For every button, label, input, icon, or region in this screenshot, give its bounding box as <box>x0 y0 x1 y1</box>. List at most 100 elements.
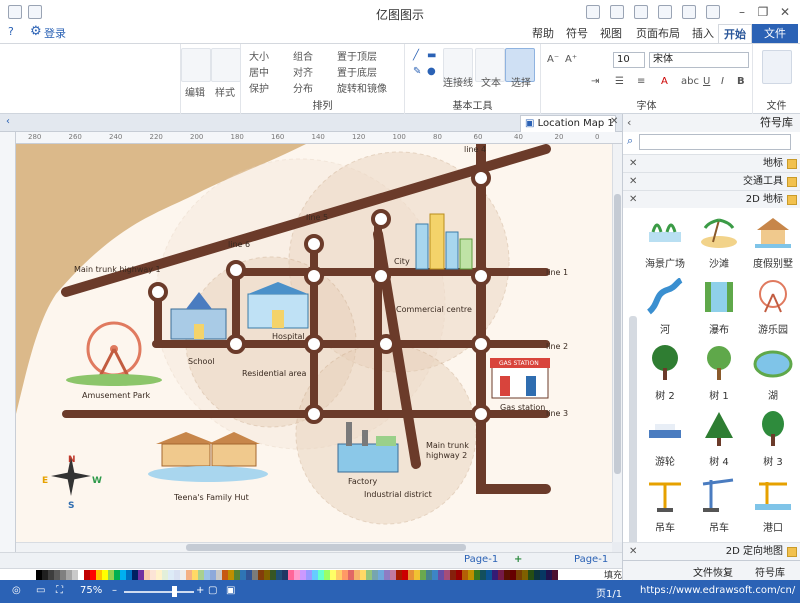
page-selector[interactable]: Page-1 <box>574 554 608 565</box>
library-search-input[interactable] <box>639 134 791 150</box>
color-swatch[interactable] <box>552 570 558 580</box>
minimize-window-button[interactable]: – <box>733 4 751 20</box>
close-category-icon[interactable]: ✕ <box>629 191 637 208</box>
zoom-in-icon[interactable]: + <box>196 585 204 596</box>
tab-home[interactable]: 开始 <box>718 24 752 43</box>
gear-icon[interactable]: ⚙ <box>30 24 42 39</box>
horizontal-scrollbar[interactable] <box>16 542 612 552</box>
font-color-button[interactable]: A <box>661 76 668 87</box>
style-button[interactable] <box>211 48 241 82</box>
pen-tool-icon[interactable]: ✎ <box>413 66 421 77</box>
print-icon[interactable] <box>682 5 696 19</box>
font-name-select[interactable]: 宋体 <box>649 52 749 68</box>
italic-button[interactable]: I <box>721 76 724 87</box>
library-symbol[interactable]: 港口 <box>745 474 800 536</box>
shrink-font-button[interactable]: A⁻ <box>547 54 559 65</box>
library-symbol[interactable]: 游轮 <box>637 408 693 470</box>
center-button[interactable]: 居中 <box>249 64 269 79</box>
library-symbol[interactable]: 海景广场 <box>637 210 693 272</box>
close-document-icon[interactable]: ✕ <box>610 116 618 127</box>
zoom-slider[interactable] <box>124 591 194 593</box>
group-button[interactable]: 组合 <box>293 48 313 63</box>
line-tool-icon[interactable]: ╱ <box>413 50 419 61</box>
save-icon[interactable] <box>634 5 648 19</box>
library-symbol[interactable]: 树 1 <box>691 342 747 404</box>
location-map[interactable]: line 1 line 2 line 3 line 4 line 5 line … <box>16 144 612 542</box>
presentation-icon[interactable]: ▭ <box>36 585 45 596</box>
library-symbol[interactable]: 游乐园 <box>745 276 800 338</box>
fit-window-icon[interactable]: ▣ <box>226 585 235 596</box>
open-icon[interactable] <box>610 5 624 19</box>
status-url[interactable]: https://www.edrawsoft.com/cn/ <box>640 585 795 596</box>
library-symbol[interactable]: 吊车 <box>637 474 693 536</box>
zoom-out-icon[interactable]: – <box>112 585 117 596</box>
document-tab[interactable]: ▣ Location Map 1 <box>520 115 616 132</box>
close-category-icon[interactable]: ✕ <box>629 173 637 190</box>
add-page-button[interactable]: + <box>514 554 522 565</box>
library-scrollbar[interactable] <box>629 316 637 556</box>
bring-front-button[interactable]: 置于顶层 <box>337 48 377 63</box>
strikethrough-button[interactable]: abc <box>681 76 699 87</box>
horizontal-scroll-thumb[interactable] <box>186 544 466 551</box>
rectangle-tool-icon[interactable]: ▬ <box>427 50 436 61</box>
focus-icon[interactable]: ◎ <box>12 585 21 596</box>
help-icon[interactable]: ? <box>8 25 14 38</box>
pin-icon[interactable]: ‹ <box>627 116 631 129</box>
tab-view[interactable]: 视图 <box>596 24 626 43</box>
login-link[interactable]: 登录 <box>44 25 66 41</box>
category-2d-directional-map[interactable]: ✕ 2D 定向地图 <box>623 542 800 560</box>
tab-help[interactable]: 帮助 <box>528 24 558 43</box>
library-symbol[interactable]: 树 2 <box>637 342 693 404</box>
size-button[interactable]: 大小 <box>249 48 269 63</box>
edit-button[interactable] <box>181 48 211 82</box>
bold-button[interactable]: B <box>737 76 745 87</box>
new-icon[interactable] <box>586 5 600 19</box>
quick-access-icon[interactable] <box>706 5 720 19</box>
ellipse-tool-icon[interactable]: ● <box>427 66 436 77</box>
library-symbol[interactable]: 河 <box>637 276 693 338</box>
library-symbol[interactable]: 沙滩 <box>691 210 747 272</box>
export-icon[interactable] <box>658 5 672 19</box>
category-vehicles[interactable]: ✕ 交通工具 <box>623 172 800 190</box>
library-symbol[interactable]: 瀑布 <box>691 276 747 338</box>
search-icon[interactable]: ⌕ <box>627 134 633 148</box>
category-2d-landmark[interactable]: ✕ 2D 地标 <box>623 190 800 208</box>
tab-insert[interactable]: 插入 <box>688 24 718 43</box>
zoom-level[interactable]: 75% <box>80 585 102 596</box>
grow-font-button[interactable]: A⁺ <box>565 54 577 65</box>
library-symbol[interactable]: 树 4 <box>691 408 747 470</box>
tab-symbol[interactable]: 符号 <box>562 24 592 43</box>
vertical-scroll-thumb[interactable] <box>614 194 621 474</box>
tab-file-recovery[interactable]: 文件恢复 <box>693 564 733 579</box>
chevron-left-icon[interactable]: ‹ <box>6 116 10 127</box>
library-symbol[interactable]: 度假别墅 <box>745 210 800 272</box>
distribute-button[interactable]: 分布 <box>293 80 313 95</box>
indent-button[interactable]: ⇥ <box>591 76 599 87</box>
underline-button[interactable]: U <box>703 76 710 87</box>
undo-icon[interactable] <box>8 5 22 19</box>
send-back-button[interactable]: 置于底层 <box>337 64 377 79</box>
protect-button[interactable]: 保护 <box>249 80 269 95</box>
close-category-icon[interactable]: ✕ <box>629 155 637 172</box>
align-text-button[interactable]: ≡ <box>637 76 645 87</box>
library-symbol[interactable]: 湖 <box>745 342 800 404</box>
tab-symbol-library[interactable]: 符号库 <box>755 564 785 579</box>
fit-page-icon[interactable]: ▢ <box>208 585 217 596</box>
file-button[interactable] <box>762 50 792 84</box>
vertical-scrollbar[interactable] <box>612 144 622 542</box>
maximize-window-button[interactable]: ❐ <box>754 4 772 20</box>
page-tab[interactable]: Page-1 <box>464 554 498 565</box>
rotate-mirror-button[interactable]: 旋转和镜像 <box>337 80 387 95</box>
category-landmark[interactable]: ✕ 地标 <box>623 154 800 172</box>
font-size-select[interactable]: 10 <box>613 52 645 68</box>
library-symbol[interactable]: 吊车 <box>691 474 747 536</box>
tab-page-layout[interactable]: 页面布局 <box>630 24 686 43</box>
drawing-canvas[interactable]: line 1 line 2 line 3 line 4 line 5 line … <box>16 144 612 542</box>
fullscreen-icon[interactable]: ⛶ <box>56 585 63 596</box>
align-button[interactable]: 对齐 <box>293 64 313 79</box>
tab-file[interactable]: 文件 <box>752 24 798 43</box>
bullet-button[interactable]: ☰ <box>615 76 624 87</box>
close-window-button[interactable]: ✕ <box>776 4 794 20</box>
zoom-slider-knob[interactable] <box>172 586 177 597</box>
library-symbol[interactable]: 树 3 <box>745 408 800 470</box>
